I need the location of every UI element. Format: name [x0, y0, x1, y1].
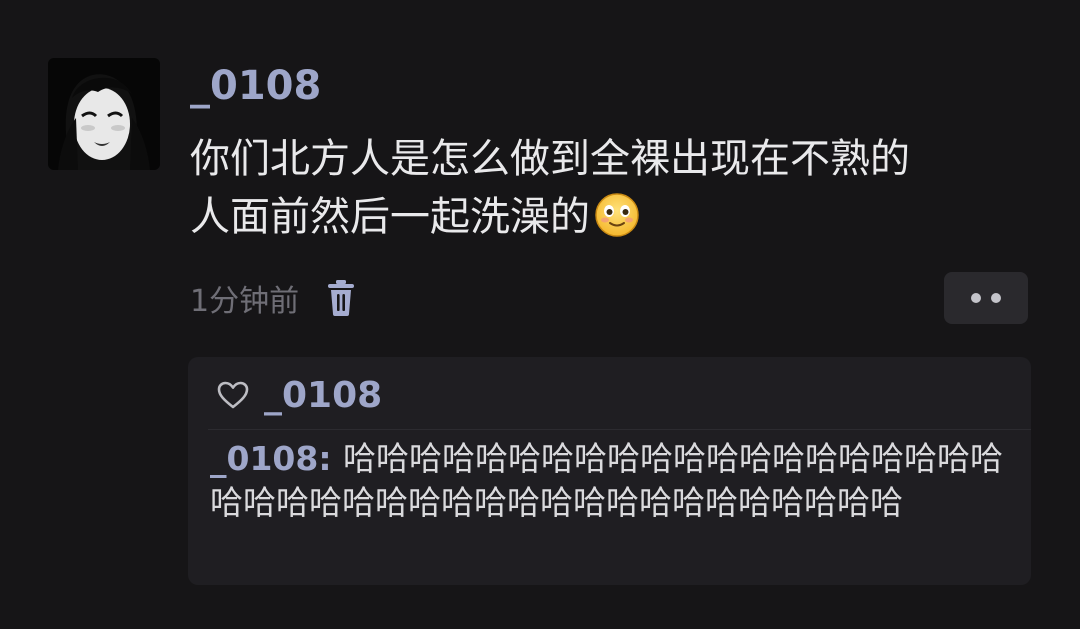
more-options-button[interactable]: [944, 272, 1028, 324]
reply-divider: [208, 429, 1031, 430]
post-meta: 1分钟前: [190, 276, 357, 320]
post-content: 你们北方人是怎么做到全裸出现在不熟的 人面前然后一起洗澡的: [190, 130, 1030, 246]
heart-outline-icon[interactable]: [216, 380, 250, 410]
reply-separator: :: [318, 439, 344, 478]
trash-icon[interactable]: [325, 279, 357, 317]
likes-row: _0108: [216, 373, 382, 417]
post-timestamp: 1分钟前: [190, 284, 300, 319]
reply-section: _0108 _0108: 哈哈哈哈哈哈哈哈哈哈哈哈哈哈哈哈哈哈哈哈哈哈哈哈哈哈哈…: [188, 357, 1031, 585]
post-content-line-1: 你们北方人是怎么做到全裸出现在不熟的: [190, 136, 910, 182]
avatar-image: [48, 58, 160, 170]
reply-author[interactable]: _0108: [210, 439, 318, 478]
post-content-line-2-text: 人面前然后一起洗澡的: [190, 194, 590, 240]
smiling-face-icon: [595, 193, 639, 237]
avatar[interactable]: [48, 58, 160, 170]
more-dots-icon-dot-right: [991, 293, 1001, 303]
post-content-line-2: 人面前然后一起洗澡的: [190, 188, 1030, 246]
liker-username[interactable]: _0108: [264, 375, 382, 416]
reply-item[interactable]: _0108: 哈哈哈哈哈哈哈哈哈哈哈哈哈哈哈哈哈哈哈哈哈哈哈哈哈哈哈哈哈哈哈哈哈…: [210, 437, 1025, 525]
more-dots-icon-dot-left: [971, 293, 981, 303]
comment-post: _0108 你们北方人是怎么做到全裸出现在不熟的 人面前然后一起洗澡的 1分钟前…: [0, 0, 1080, 629]
post-username[interactable]: _0108: [190, 60, 321, 112]
